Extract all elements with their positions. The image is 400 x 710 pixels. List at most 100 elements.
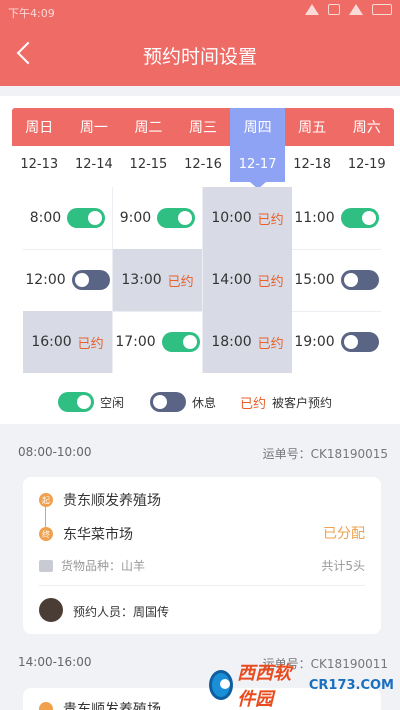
wifi-icon: [349, 4, 363, 15]
legend-booked-desc: 被客户预约: [272, 395, 333, 410]
time-slot[interactable]: 17:00: [113, 311, 202, 373]
legend-rest: 休息: [150, 392, 216, 412]
toggle-knob: [343, 273, 358, 287]
availability-toggle-on[interactable]: [67, 208, 106, 228]
weekday-tab[interactable]: 周日: [12, 108, 67, 146]
time-slot[interactable]: 13:00 已约: [113, 249, 202, 311]
weekday-tab[interactable]: 周六: [339, 108, 394, 146]
route-origin: 起 贵东顺发养殖场: [39, 490, 161, 510]
destination-name: 东华菜市场: [63, 527, 133, 543]
time-slot-label: 15:00: [294, 272, 335, 288]
time-slot[interactable]: 15:00: [292, 249, 381, 311]
time-slot-label: 13:00: [121, 272, 162, 288]
time-slot-label: 18:00: [211, 334, 252, 350]
booked-tag: 已约: [257, 212, 284, 228]
route-destination: 终 东华菜市场: [39, 524, 133, 544]
booked-tag: 已约: [257, 274, 284, 290]
date-cell[interactable]: 12-14: [67, 146, 122, 182]
toggle-on-icon: [58, 392, 94, 412]
page-title: 预约时间设置: [142, 46, 257, 68]
time-slot-label: 16:00: [31, 334, 72, 350]
time-slot[interactable]: 8:00: [23, 187, 112, 249]
date-cell-selected[interactable]: 12-17: [230, 146, 285, 189]
toggle-off-icon: [150, 392, 187, 412]
date-cell[interactable]: 12-18: [285, 146, 340, 182]
watermark-text: 西西软件园: [237, 663, 292, 710]
weekday-tab[interactable]: 周三: [176, 108, 231, 146]
time-slot-label: 11:00: [294, 210, 335, 226]
time-slot[interactable]: 10:00 已约: [203, 187, 292, 249]
time-slot[interactable]: 12:00: [23, 249, 112, 311]
availability-toggle-off[interactable]: [71, 270, 110, 290]
battery-icon: [372, 4, 392, 15]
origin-name: 贵东顺发养殖场: [63, 702, 161, 710]
toggle-knob: [343, 335, 358, 349]
weekday-tab-selected[interactable]: 周四: [230, 108, 285, 146]
legend-rest-label: 休息: [192, 395, 217, 410]
weekday-tab[interactable]: 周五: [285, 108, 340, 146]
availability-toggle-on[interactable]: [157, 208, 196, 228]
time-slot[interactable]: 14:00 已约: [203, 249, 292, 311]
destination-marker-icon: 终: [39, 527, 53, 541]
goods-info: 货物品种：山羊: [39, 557, 145, 574]
order-card[interactable]: 起 贵东顺发养殖场 终 东华菜市场 已分配 货物品种：山羊 共计5头 预约人员：…: [23, 477, 381, 634]
toggle-knob: [361, 211, 376, 225]
time-slot[interactable]: 19:00: [292, 311, 381, 373]
booked-tag: 已约: [257, 336, 284, 352]
card-divider: [39, 585, 365, 586]
legend-free-label: 空闲: [100, 395, 125, 410]
cargo-box-icon: [39, 559, 53, 572]
route-origin: 贵东顺发养殖场: [39, 699, 161, 710]
time-slot[interactable]: 9:00: [113, 187, 202, 249]
status-icons: [305, 4, 392, 15]
toggle-knob: [88, 211, 103, 225]
weekday-tab[interactable]: 周二: [121, 108, 176, 146]
legend-booked: 已约 被客户预约: [240, 393, 332, 412]
weekday-tab[interactable]: 周一: [67, 108, 122, 146]
status-time: 下午4:09: [8, 7, 55, 20]
notification-icon: [305, 4, 319, 15]
availability-toggle-off[interactable]: [340, 332, 379, 352]
booker-name: 预约人员：周国传: [73, 605, 170, 619]
date-cell[interactable]: 12-16: [176, 146, 231, 182]
time-slot-grid: 8:00 9:00 10:00 已约 11:00 12:00 13:00 已约 14:00 已约 1…: [23, 187, 381, 373]
goods-total: 共计5头: [321, 559, 365, 573]
time-slot[interactable]: 11:00: [292, 187, 381, 249]
order-waybill: 运单号：CK18190015: [262, 447, 388, 461]
order-time-range: 14:00-16:00: [18, 655, 92, 669]
schedule-card: 周日 周一 周二 周三 周四 周五 周六 12-13 12-14 12-15 1…: [0, 96, 400, 424]
mail-icon: [328, 4, 340, 15]
date-cell[interactable]: 12-19: [339, 146, 394, 182]
origin-marker-icon: 起: [39, 493, 53, 507]
origin-marker-icon: [39, 702, 53, 710]
availability-toggle-on[interactable]: [340, 208, 379, 228]
date-cell[interactable]: 12-13: [12, 146, 67, 182]
time-slot-label: 9:00: [119, 210, 152, 226]
booked-tag: 已约: [167, 274, 194, 290]
toggle-knob: [74, 273, 89, 287]
app-header: 下午4:09 预约时间设置: [0, 0, 400, 86]
toggle-knob: [182, 335, 197, 349]
time-slot[interactable]: 16:00 已约: [23, 311, 112, 373]
status-badge: 已分配: [323, 526, 365, 542]
status-bar: 下午4:09: [0, 0, 400, 24]
time-slot-label: 17:00: [115, 334, 156, 350]
time-slot-label: 12:00: [25, 272, 66, 288]
date-row: 12-13 12-14 12-15 12-16 12-17 12-18 12-1…: [12, 146, 394, 189]
legend: 空闲 休息 已约 被客户预约: [58, 392, 332, 412]
availability-toggle-off[interactable]: [340, 270, 379, 290]
legend-booked-tag: 已约: [240, 396, 267, 412]
date-cell[interactable]: 12-15: [121, 146, 176, 182]
toggle-knob: [178, 211, 193, 225]
watermark: 西西软件园 CR173.COM: [209, 663, 394, 710]
avatar: [39, 598, 63, 622]
time-slot-label: 14:00: [211, 272, 252, 288]
availability-toggle-on[interactable]: [161, 332, 200, 352]
weekday-tabs: 周日 周一 周二 周三 周四 周五 周六: [12, 108, 394, 146]
time-slot-label: 19:00: [294, 334, 335, 350]
time-slot-label: 8:00: [29, 210, 62, 226]
time-slot[interactable]: 18:00 已约: [203, 311, 292, 373]
legend-free: 空闲: [58, 392, 124, 412]
goods-label: 货物品种：山羊: [61, 559, 146, 573]
origin-name: 贵东顺发养殖场: [63, 493, 161, 509]
